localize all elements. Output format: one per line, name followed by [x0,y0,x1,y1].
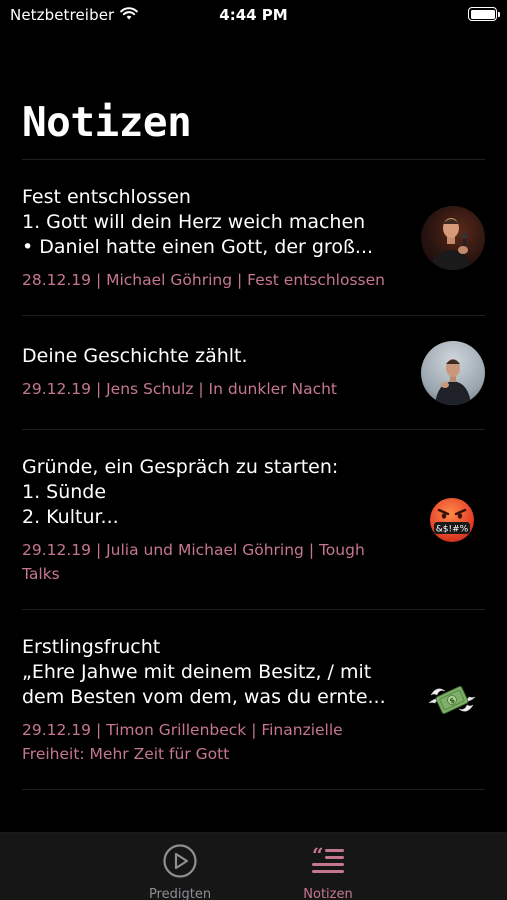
svg-text:&$!#%: &$!#% [436,524,469,534]
note-title: Gründe, ein Gespräch zu starten: [22,456,339,478]
tab-predigten[interactable]: Predigten [110,833,250,900]
cursing-face-emoji: &$!#% [427,495,477,545]
clock: 4:44 PM [219,6,288,24]
note-text: Deine Geschichte zählt. 29.12.19 | Jens … [22,344,402,401]
battery-fill [470,9,495,19]
quote-lines-icon: “ [258,843,398,883]
play-circle-icon [110,843,250,883]
tab-label: Predigten [148,887,212,900]
note-meta: 29.12.19 | Jens Schulz | In dunkler Nach… [22,380,338,398]
speaker-photo [421,205,485,270]
note-text: Gründe, ein Gespräch zu starten: 1. Sünd… [22,455,402,586]
note-body: „Ehre Jahwe mit deinem Besitz, / mit dem… [22,661,386,708]
note-row[interactable]: Gründe, ein Gespräch zu starten: 1. Sünd… [22,430,485,609]
battery-icon [468,7,500,21]
speaker-photo [421,340,485,405]
note-meta: 29.12.19 | Timon Grillenbeck | Finanziel… [22,721,343,763]
note-text: Erstlingsfrucht „Ehre Jahwe mit deinem B… [22,635,402,766]
note-title: Erstlingsfrucht [22,636,161,658]
note-row[interactable]: Erstlingsfrucht „Ehre Jahwe mit deinem B… [22,610,485,789]
note-title: Fest entschlossen [22,186,191,208]
note-text: Fest entschlossen 1. Gott will dein Herz… [22,185,402,292]
note-body: 1. Gott will dein Herz weich machen • Da… [22,211,374,258]
note-row[interactable]: Deine Geschichte zählt. 29.12.19 | Jens … [22,316,485,429]
note-title: Deine Geschichte zählt. [22,345,248,367]
divider [22,789,485,790]
notes-list: Fest entschlossen 1. Gott will dein Herz… [22,159,485,790]
status-bar: Netzbetreiber 4:44 PM [0,0,507,30]
note-row[interactable]: Fest entschlossen 1. Gott will dein Herz… [22,160,485,315]
note-body: 1. Sünde 2. Kultur... [22,481,119,528]
note-meta: 28.12.19 | Michael Göhring | Fest entsch… [22,271,385,289]
tab-notizen[interactable]: “ Notizen [258,833,398,900]
page-title: Notizen [22,98,192,146]
money-with-wings-emoji: $ [427,675,477,725]
tab-label: Notizen [303,887,353,900]
tab-bar: Predigten “ Notizen [0,832,507,900]
note-meta: 29.12.19 | Julia und Michael Göhring | T… [22,541,365,583]
